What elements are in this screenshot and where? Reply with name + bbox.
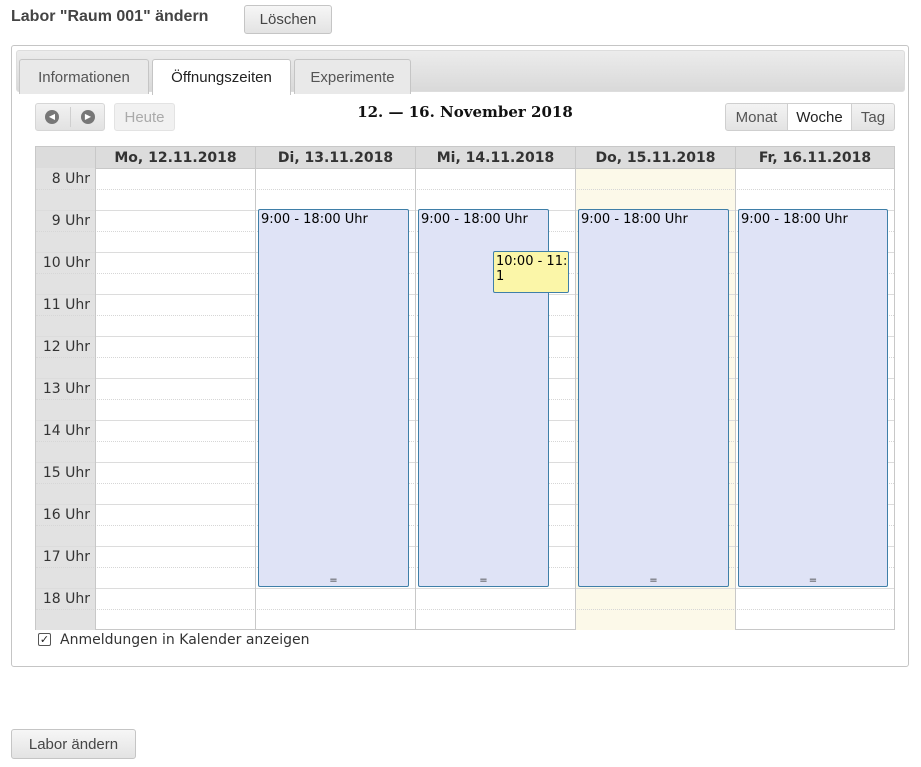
event-resize-handle[interactable]: = [579,576,728,586]
edit-lab-button[interactable]: Labor ändern [11,729,136,759]
hour-label: 8 Uhr [51,171,90,187]
hour-label: 12 Uhr [42,339,90,355]
opening-hours-event[interactable]: 9:00 - 18:00 Uhr = [258,209,409,587]
tab-experimente[interactable]: Experimente [294,59,411,94]
half-hour-line [36,189,894,190]
column-divider [575,147,576,630]
opening-hours-event[interactable]: 9:00 - 18:00 Uhr = [738,209,888,587]
show-registrations-checkbox[interactable]: ✓ [38,633,51,646]
week-grid: Mo, 12.11.2018 Di, 13.11.2018 Mi, 14.11.… [35,146,895,630]
registration-event[interactable]: 10:00 - 11:00 1 [493,251,569,293]
hour-label: 13 Uhr [42,381,90,397]
day-header-fr: Fr, 16.11.2018 [735,147,894,168]
column-divider [415,147,416,630]
nav-divider [70,107,71,127]
event-resize-handle[interactable]: = [259,576,408,586]
calendar-nav: ◀ ▶ [35,103,105,131]
event-resize-handle[interactable]: = [419,576,548,586]
day-header-mo: Mo, 12.11.2018 [95,147,255,168]
next-week-icon[interactable]: ▶ [81,110,95,124]
hour-line [36,588,894,589]
hour-label: 16 Uhr [42,507,90,523]
day-header-row: Mo, 12.11.2018 Di, 13.11.2018 Mi, 14.11.… [36,147,894,169]
event-time-label: 9:00 - 18:00 Uhr [261,212,368,227]
column-divider [735,147,736,630]
column-divider [255,147,256,630]
calendar-title: 12. — 16. November 2018 [357,103,573,121]
opening-hours-event[interactable]: 9:00 - 18:00 Uhr = [578,209,729,587]
hour-label: 15 Uhr [42,465,90,481]
view-day-button[interactable]: Tag [851,103,895,131]
day-header-do: Do, 15.11.2018 [575,147,735,168]
half-hour-line [36,609,894,610]
hour-label: 18 Uhr [42,591,90,607]
delete-button[interactable]: Löschen [244,5,332,34]
tab-oeffnungszeiten[interactable]: Öffnungszeiten [152,59,291,95]
hour-label: 10 Uhr [42,255,90,271]
event-time-label: 9:00 - 18:00 Uhr [581,212,688,227]
prev-week-icon[interactable]: ◀ [45,110,59,124]
registration-time-label: 10:00 - 11:00 [496,254,568,269]
registration-count: 1 [496,269,505,284]
today-button[interactable]: Heute [114,103,175,131]
show-registrations-label: Anmeldungen in Kalender anzeigen [60,632,310,648]
event-time-label: 9:00 - 18:00 Uhr [421,212,528,227]
tab-bar: Informationen Öffnungszeiten Experimente [16,50,905,95]
view-week-button[interactable]: Woche [787,103,852,131]
day-header-mi: Mi, 14.11.2018 [415,147,575,168]
tab-informationen[interactable]: Informationen [19,59,149,94]
column-divider [95,147,96,630]
hour-label: 17 Uhr [42,549,90,565]
hour-label: 11 Uhr [42,297,90,313]
page-title: Labor "Raum 001" ändern [11,8,209,25]
event-resize-handle[interactable]: = [739,576,887,586]
hour-label: 9 Uhr [51,213,90,229]
view-month-button[interactable]: Monat [725,103,788,131]
day-header-di: Di, 13.11.2018 [255,147,415,168]
event-time-label: 9:00 - 18:00 Uhr [741,212,848,227]
hour-label: 14 Uhr [42,423,90,439]
